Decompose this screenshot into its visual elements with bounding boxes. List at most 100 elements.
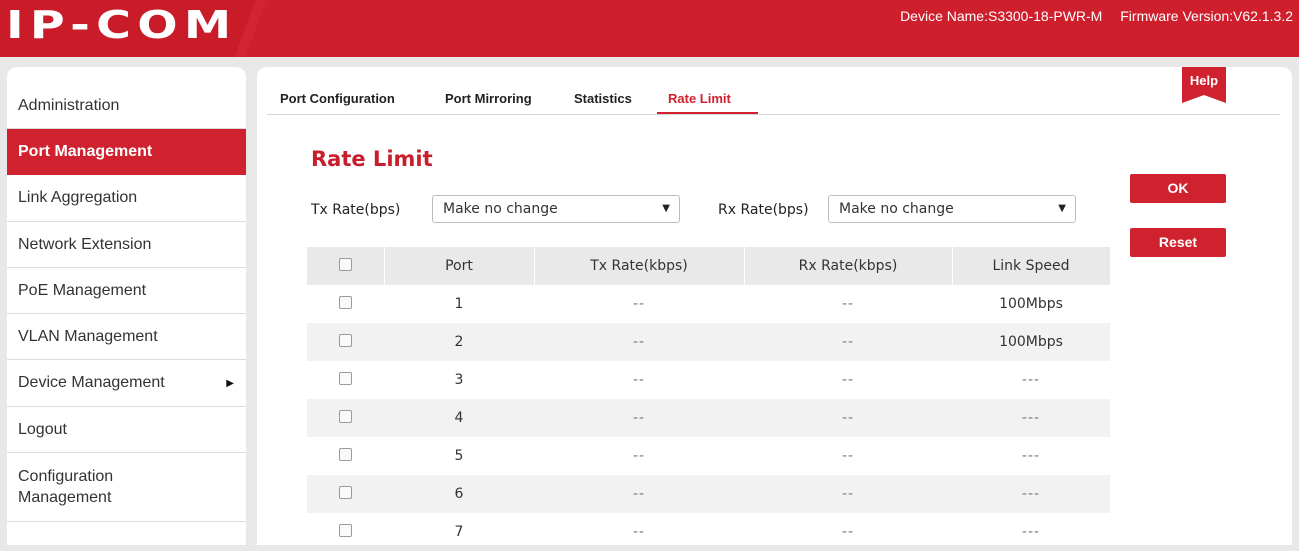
- rx-rate-label: Rx Rate(bps): [718, 202, 809, 218]
- row-checkbox-cell: [307, 323, 384, 361]
- table-row: 7 -- -- ---: [307, 513, 1110, 551]
- row-checkbox[interactable]: [339, 485, 352, 499]
- rx-rate-cell: --: [841, 524, 855, 540]
- port-cell: 7: [454, 524, 464, 540]
- sidebar-item-logout[interactable]: Logout: [7, 407, 246, 453]
- table-row: 3 -- -- ---: [307, 361, 1110, 399]
- tab-port-mirroring[interactable]: Port Mirroring: [445, 91, 532, 106]
- chevron-down-icon: ▼: [662, 203, 670, 214]
- tab-statistics[interactable]: Statistics: [574, 91, 632, 106]
- chevron-down-icon: ▼: [1058, 203, 1066, 214]
- tx-rate-value: Make no change: [443, 201, 558, 217]
- sidebar-item-label: Configuration Management: [18, 468, 114, 506]
- sidebar-item-vlan-management[interactable]: VLAN Management: [7, 314, 246, 360]
- column-header-port: Port: [384, 247, 535, 285]
- rx-rate-cell: --: [841, 448, 855, 464]
- row-checkbox-cell: [307, 285, 384, 323]
- sidebar-item-link-aggregation[interactable]: Link Aggregation: [7, 175, 246, 222]
- row-checkbox[interactable]: [339, 333, 352, 347]
- table-row: 4 -- -- ---: [307, 399, 1110, 437]
- row-checkbox[interactable]: [339, 523, 352, 537]
- sidebar-item-device-management[interactable]: Device Management ▶: [7, 360, 246, 407]
- row-checkbox-cell: [307, 437, 384, 475]
- active-tab-indicator: [657, 112, 758, 114]
- sidebar-item-label: Port Management: [18, 142, 153, 160]
- row-checkbox[interactable]: [339, 409, 352, 423]
- row-checkbox[interactable]: [339, 295, 352, 309]
- column-header-link-speed: Link Speed: [992, 258, 1070, 274]
- tx-rate-cell: --: [632, 524, 646, 540]
- tab-port-configuration[interactable]: Port Configuration: [280, 91, 395, 106]
- port-cell: 5: [454, 448, 464, 464]
- sidebar-item-port-management[interactable]: Port Management: [7, 129, 246, 175]
- sidebar-item-label: Network Extension: [18, 235, 152, 253]
- tx-rate-cell: --: [632, 486, 646, 502]
- rx-rate-cell: --: [841, 334, 855, 350]
- sidebar-item-label: PoE Management: [18, 281, 147, 299]
- tab-bar: Port Configuration Port Mirroring Statis…: [267, 89, 1280, 115]
- port-cell: 2: [454, 334, 464, 350]
- rx-rate-value: Make no change: [839, 201, 954, 217]
- link-speed-cell: 100Mbps: [999, 296, 1063, 312]
- brand-logo: IP-COM: [6, 3, 238, 47]
- sidebar-item-label: Logout: [18, 420, 67, 438]
- firmware-version: Firmware Version:V62.1.3.2: [1120, 8, 1293, 24]
- tx-rate-select[interactable]: Make no change ▼: [432, 195, 680, 223]
- ok-button[interactable]: OK: [1130, 174, 1226, 203]
- tx-rate-label: Tx Rate(bps): [311, 202, 401, 218]
- sidebar-item-poe-management[interactable]: PoE Management: [7, 268, 246, 314]
- sidebar-item-label: Link Aggregation: [18, 189, 138, 206]
- link-speed-cell: ---: [1021, 372, 1041, 388]
- link-speed-cell: ---: [1021, 486, 1041, 502]
- device-name: Device Name:S3300-18-PWR-M: [900, 8, 1103, 24]
- rx-rate-select[interactable]: Make no change ▼: [828, 195, 1076, 223]
- column-header-tx-rate: Tx Rate(kbps): [534, 247, 745, 285]
- sidebar: Administration Port Management Link Aggr…: [7, 67, 246, 545]
- rx-rate-cell: --: [841, 410, 855, 426]
- sidebar-item-label: Administration: [18, 96, 120, 114]
- sidebar-item-administration[interactable]: Administration: [7, 83, 246, 129]
- port-cell: 3: [454, 372, 464, 388]
- link-speed-cell: ---: [1021, 448, 1041, 464]
- tx-rate-cell: --: [632, 410, 646, 426]
- select-all-checkbox[interactable]: [339, 257, 352, 271]
- row-checkbox[interactable]: [339, 447, 352, 461]
- port-cell: 1: [454, 296, 464, 312]
- select-all-cell: [307, 247, 385, 285]
- sidebar-item-label: VLAN Management: [18, 327, 158, 345]
- help-button[interactable]: Help: [1182, 73, 1226, 88]
- reset-button[interactable]: Reset: [1130, 228, 1226, 257]
- top-header: IP-COM Device Name:S3300-18-PWR-M Firmwa…: [0, 0, 1299, 57]
- rx-rate-cell: --: [841, 486, 855, 502]
- rx-rate-cell: --: [841, 372, 855, 388]
- column-header-rx-rate: Rx Rate(kbps): [744, 247, 953, 285]
- tab-rate-limit[interactable]: Rate Limit: [668, 91, 731, 106]
- sidebar-item-network-extension[interactable]: Network Extension: [7, 222, 246, 268]
- row-checkbox-cell: [307, 475, 384, 513]
- tx-rate-cell: --: [632, 334, 646, 350]
- page-title: Rate Limit: [311, 147, 433, 171]
- link-speed-cell: 100Mbps: [999, 334, 1063, 350]
- row-checkbox[interactable]: [339, 371, 352, 385]
- rx-rate-cell: --: [841, 296, 855, 312]
- row-checkbox-cell: [307, 361, 384, 399]
- device-info: Device Name:S3300-18-PWR-M Firmware Vers…: [886, 8, 1293, 24]
- port-cell: 4: [454, 410, 464, 426]
- main-panel: Port Configuration Port Mirroring Statis…: [257, 67, 1292, 545]
- tx-rate-cell: --: [632, 372, 646, 388]
- table-row: 1 -- -- 100Mbps: [307, 285, 1110, 323]
- link-speed-cell: ---: [1021, 524, 1041, 540]
- table-row: 2 -- -- 100Mbps: [307, 323, 1110, 361]
- row-checkbox-cell: [307, 513, 384, 551]
- expand-arrow-icon: ▶: [226, 377, 234, 389]
- table-row: 5 -- -- ---: [307, 437, 1110, 475]
- sidebar-item-configuration-management[interactable]: Configuration Management: [7, 453, 246, 522]
- link-speed-cell: ---: [1021, 410, 1041, 426]
- table-header-row: Port Tx Rate(kbps) Rx Rate(kbps) Link Sp…: [307, 247, 1110, 285]
- row-checkbox-cell: [307, 399, 384, 437]
- port-cell: 6: [454, 486, 464, 502]
- sidebar-item-label: Device Management: [18, 374, 165, 391]
- table-row: 6 -- -- ---: [307, 475, 1110, 513]
- tx-rate-cell: --: [632, 448, 646, 464]
- tx-rate-cell: --: [632, 296, 646, 312]
